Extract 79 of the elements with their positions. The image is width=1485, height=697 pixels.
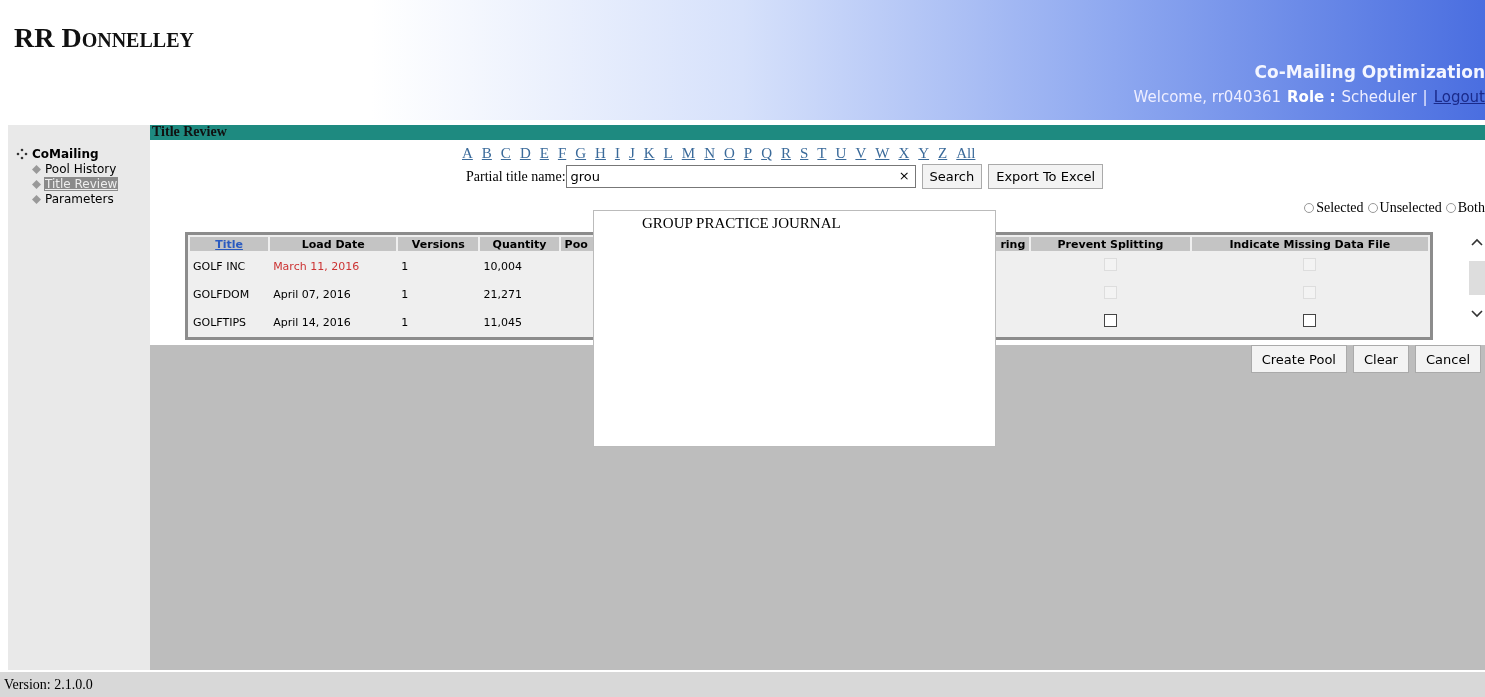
letter-link[interactable]: S bbox=[800, 145, 809, 162]
table-cell: 1 bbox=[401, 287, 409, 301]
nav-item[interactable]: Parameters bbox=[44, 192, 115, 206]
action-button[interactable]: Create Pool bbox=[1250, 345, 1347, 373]
suggestion-item[interactable]: GROUP PRACTICE JOURNAL bbox=[594, 211, 995, 232]
letter-link[interactable]: A bbox=[462, 145, 473, 162]
letter-link[interactable]: P bbox=[743, 145, 753, 162]
letter-link[interactable]: Y bbox=[918, 145, 930, 162]
letter-link[interactable]: Q bbox=[761, 145, 772, 162]
letter-link[interactable]: E bbox=[539, 145, 549, 162]
table-cell: 21,271 bbox=[483, 287, 522, 301]
letter-link[interactable]: K bbox=[643, 145, 655, 162]
search-button[interactable]: Search bbox=[921, 164, 983, 189]
radio-label: Selected bbox=[1316, 200, 1364, 216]
nav-item[interactable]: Pool History bbox=[44, 162, 118, 176]
letter-link[interactable]: F bbox=[557, 145, 567, 162]
scroll-thumb[interactable] bbox=[1469, 261, 1485, 295]
letter-link[interactable]: C bbox=[500, 145, 511, 162]
search-label: Partial title name: bbox=[466, 168, 566, 185]
nav-group-label: CoMailing bbox=[32, 147, 99, 161]
clear-button[interactable]: × bbox=[898, 169, 910, 183]
diamond-bullet-icon bbox=[32, 179, 41, 189]
radio-label: Both bbox=[1457, 200, 1485, 216]
table-cell: 10,004 bbox=[483, 259, 522, 273]
action-button[interactable]: Clear bbox=[1352, 345, 1409, 373]
checkbox[interactable] bbox=[1103, 314, 1117, 327]
column-header: ring bbox=[1000, 237, 1026, 251]
app-title: Co-Mailing Optimization bbox=[1254, 62, 1485, 82]
table-cell: March 11, 2016 bbox=[273, 259, 360, 273]
letter-link[interactable]: D bbox=[519, 145, 531, 162]
scrollbar[interactable] bbox=[1469, 238, 1485, 318]
version-text: Version: 2.1.0.0 bbox=[4, 677, 93, 692]
table-cell: GOLF INC bbox=[193, 259, 246, 273]
diamond-bullet-icon bbox=[32, 194, 41, 204]
table-cell: GOLFDOM bbox=[193, 287, 250, 301]
letter-link[interactable]: R bbox=[781, 145, 791, 162]
company-logo: RR Donnelley bbox=[13, 21, 194, 54]
column-header: Versions bbox=[411, 237, 465, 251]
radio-label: Unselected bbox=[1379, 200, 1442, 216]
letter-link[interactable]: H bbox=[595, 145, 606, 162]
down-caret-icon[interactable] bbox=[1471, 310, 1483, 318]
column-header: Load Date bbox=[301, 237, 365, 251]
letter-link[interactable]: T bbox=[817, 145, 827, 162]
letter-link[interactable]: I bbox=[614, 145, 620, 162]
letter-link[interactable]: Z bbox=[938, 145, 948, 162]
letter-link[interactable]: G bbox=[575, 145, 587, 162]
table-cell: GOLFTIPS bbox=[193, 315, 247, 329]
table-cell: 11,045 bbox=[483, 315, 522, 329]
diamond-dots-icon bbox=[16, 148, 28, 160]
table-cell: 1 bbox=[401, 259, 409, 273]
column-header: Indicate Missing Data File bbox=[1229, 237, 1391, 251]
table-cell: April 07, 2016 bbox=[273, 287, 351, 301]
letter-link[interactable]: X bbox=[898, 145, 910, 162]
letter-link[interactable]: All bbox=[956, 145, 976, 162]
letter-link[interactable]: U bbox=[835, 145, 847, 162]
welcome-text: Welcome, rr040361 bbox=[1133, 88, 1282, 106]
letter-link[interactable]: L bbox=[663, 145, 673, 162]
letter-link[interactable]: N bbox=[704, 145, 715, 162]
letter-link[interactable]: O bbox=[723, 145, 735, 162]
action-button[interactable]: Cancel bbox=[1414, 345, 1481, 373]
nav-item[interactable]: Title Review bbox=[44, 177, 119, 191]
letter-link[interactable]: V bbox=[855, 145, 867, 162]
role-text: Scheduler bbox=[1341, 88, 1417, 106]
export-button[interactable]: Export To Excel bbox=[988, 164, 1104, 189]
section-title-bar: Title Review bbox=[150, 125, 1485, 140]
column-header: Quantity bbox=[492, 237, 547, 251]
table-cell: 1 bbox=[401, 315, 409, 329]
letter-link[interactable]: W bbox=[875, 145, 890, 162]
diamond-bullet-icon bbox=[32, 164, 41, 174]
letter-link[interactable]: M bbox=[681, 145, 696, 162]
letter-link[interactable]: B bbox=[481, 145, 492, 162]
letter-link[interactable]: J bbox=[628, 145, 635, 162]
separator: | bbox=[1422, 88, 1428, 106]
table-cell: April 14, 2016 bbox=[273, 315, 351, 329]
up-caret-icon[interactable] bbox=[1471, 238, 1483, 246]
checkbox[interactable] bbox=[1303, 314, 1317, 327]
role-label: Role : bbox=[1287, 88, 1336, 106]
column-header: Poo bbox=[564, 237, 588, 251]
column-header: Prevent Splitting bbox=[1057, 237, 1164, 251]
